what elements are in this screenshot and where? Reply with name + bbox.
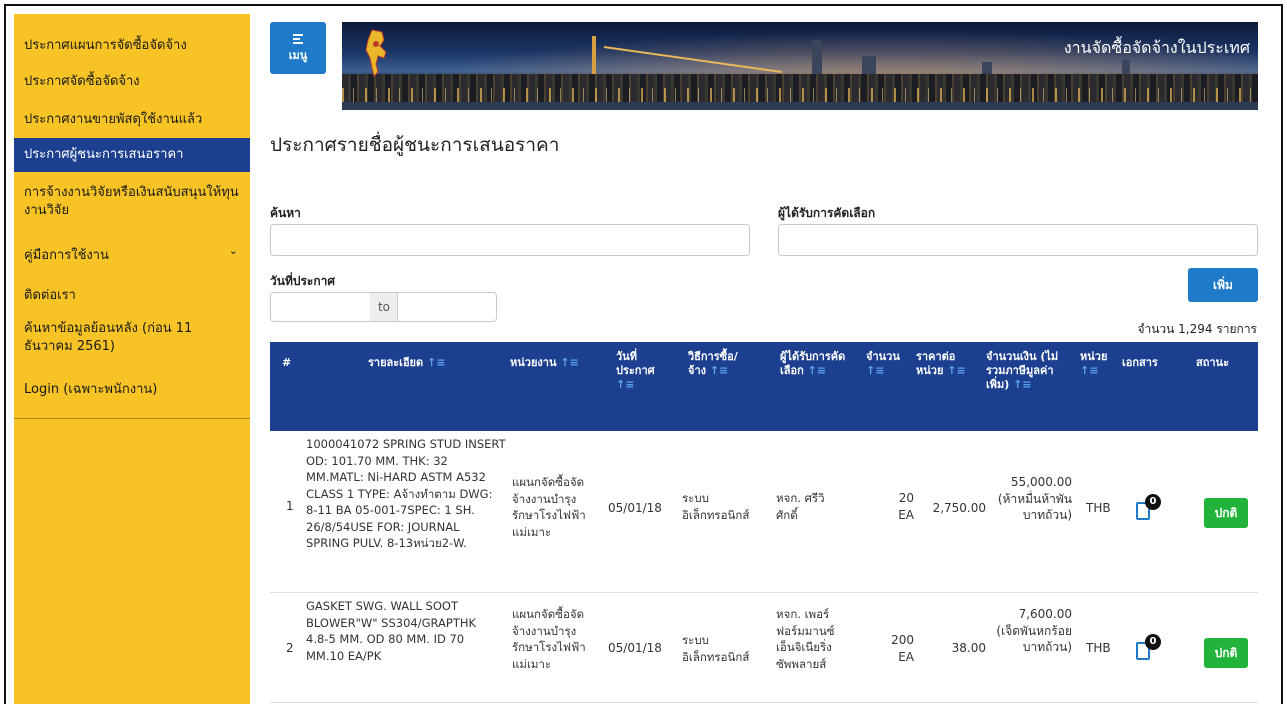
- sidebar-item-contact[interactable]: ติดต่อเรา: [14, 284, 250, 305]
- status-button[interactable]: ปกติ: [1204, 638, 1248, 668]
- row-method: ระบบอิเล็กทรอนิกส์: [682, 491, 750, 522]
- row-detail: 1000041072 SPRING STUD INSERT OD: 101.70…: [306, 437, 506, 550]
- col-header-date[interactable]: วันที่ประกาศ ↑≡: [616, 350, 660, 392]
- winner-label: ผู้ได้รับการคัดเลือก: [778, 206, 876, 220]
- row-divider: [270, 592, 1258, 593]
- row-currency: THB: [1086, 501, 1111, 515]
- search-label: ค้นหา: [270, 206, 301, 220]
- table-header: # รายละเอียด ↑≡ หน่วยงาน ↑≡ วันที่ประกาศ…: [270, 342, 1258, 431]
- header-banner: งานจัดซื้อจัดจ้างในประเทศ: [342, 22, 1258, 110]
- date-to-input[interactable]: [397, 292, 497, 322]
- sort-icon[interactable]: ↑≡: [947, 364, 965, 377]
- col-header-winner[interactable]: ผู้ได้รับการคัดเลือก ↑≡: [780, 350, 856, 378]
- menu-icon: [293, 34, 303, 46]
- row-date: 05/01/18: [608, 641, 662, 655]
- sort-icon[interactable]: ↑≡: [1013, 378, 1031, 391]
- date-label: วันที่ประกาศ: [270, 274, 335, 288]
- sort-icon[interactable]: ↑≡: [616, 378, 634, 391]
- row-dept: แผนกจัดซื้อจัดจ้างงานบำรุงรักษาโรงไฟฟ้าแ…: [512, 475, 586, 539]
- row-dept: แผนกจัดซื้อจัดจ้างงานบำรุงรักษาโรงไฟฟ้าแ…: [512, 607, 586, 671]
- document-count-badge: 0: [1145, 494, 1161, 510]
- sidebar-item-research-funding[interactable]: การจ้างงานวิจัยหรือเงินสนับสนุนให้ทุนงาน…: [14, 184, 250, 220]
- banner-title: งานจัดซื้อจัดจ้างในประเทศ: [1063, 38, 1250, 57]
- col-header-unit-price[interactable]: ราคาต่อหน่วย ↑≡: [916, 350, 966, 378]
- sort-icon[interactable]: ↑≡: [808, 364, 826, 377]
- date-from-input[interactable]: [270, 292, 372, 322]
- menu-button[interactable]: เมนู: [270, 22, 326, 74]
- col-header-qty[interactable]: จำนวน ↑≡: [866, 350, 904, 378]
- sidebar-item-login[interactable]: Login (เฉพาะพนักงาน): [14, 378, 250, 399]
- col-header-currency[interactable]: หน่วย ↑≡: [1080, 350, 1114, 378]
- col-header-amount[interactable]: จำนวนเงิน (ไม่รวมภาษีมูลค่าเพิ่ม) ↑≡: [986, 350, 1070, 392]
- row-date: 05/01/18: [608, 501, 662, 515]
- row-amount: 55,000.00 (ห้าหมื่นห้าพันบาทถ้วน): [997, 475, 1072, 522]
- menu-label: เมนู: [288, 49, 308, 62]
- sort-icon[interactable]: ↑≡: [427, 356, 445, 369]
- col-header-status: สถานะ: [1196, 356, 1229, 369]
- col-header-method[interactable]: วิธีการซื้อ/จ้าง ↑≡: [688, 350, 750, 378]
- sort-icon[interactable]: ↑≡: [1080, 364, 1098, 377]
- sidebar-item-winner-announcement[interactable]: ประกาศผู้ชนะการเสนอราคา: [14, 138, 250, 172]
- row-method: ระบบอิเล็กทรอนิกส์: [682, 633, 750, 664]
- sort-icon[interactable]: ↑≡: [866, 364, 884, 377]
- sidebar-item-historical-search[interactable]: ค้นหาข้อมูลย้อนหลัง (ก่อน 11 ธันวาคม 256…: [14, 320, 214, 356]
- sidebar-divider: [14, 418, 250, 419]
- chevron-down-icon: ⌄: [228, 244, 238, 257]
- sidebar-item-used-goods-sale[interactable]: ประกาศงานขายพัสดุใช้งานแล้ว: [14, 108, 250, 129]
- sidebar-item-procurement-announcement[interactable]: ประกาศจัดซื้อจัดจ้าง: [14, 70, 250, 91]
- row-number: 1: [286, 499, 294, 513]
- row-qty: 20 EA: [898, 491, 914, 522]
- row-unit-price: 38.00: [951, 641, 986, 655]
- row-currency: THB: [1086, 641, 1111, 655]
- row-amount: 7,600.00 (เจ็ดพันหกร้อยบาทถ้วน): [996, 607, 1072, 654]
- col-header-detail[interactable]: รายละเอียด ↑≡: [368, 356, 445, 370]
- date-to-label: to: [370, 292, 398, 322]
- col-header-dept[interactable]: หน่วยงาน ↑≡: [510, 356, 579, 370]
- document-count-badge: 0: [1145, 634, 1161, 650]
- sidebar: ประกาศแผนการจัดซื้อจัดจ้าง ประกาศจัดซื้อ…: [14, 14, 250, 704]
- row-winner: หจก. เพอร์ฟอร์มมานซ์ เอ็นจิเนียริ่ง ซัพพ…: [776, 607, 835, 671]
- sidebar-item-label: คู่มือการใช้งาน: [24, 248, 109, 263]
- page-title: ประกาศรายชื่อผู้ชนะการเสนอราคา: [270, 134, 560, 156]
- sort-icon[interactable]: ↑≡: [560, 356, 578, 369]
- row-unit-price: 2,750.00: [932, 501, 986, 515]
- record-count: จำนวน 1,294 รายการ: [1137, 322, 1257, 336]
- row-winner: หจก. ศรีวิศักดิ์: [776, 491, 825, 522]
- search-input[interactable]: [270, 224, 750, 256]
- thailand-map-icon: [365, 29, 387, 77]
- col-header-num: #: [282, 356, 292, 369]
- add-button[interactable]: เพิ่ม: [1188, 268, 1258, 302]
- row-qty: 200 EA: [891, 633, 914, 664]
- row-number: 2: [286, 641, 294, 655]
- status-button[interactable]: ปกติ: [1204, 498, 1248, 528]
- col-header-docs: เอกสาร: [1122, 356, 1158, 369]
- sidebar-item-user-manual[interactable]: คู่มือการใช้งาน ⌄: [14, 244, 250, 265]
- row-divider: [270, 702, 1258, 703]
- sidebar-item-procurement-plan[interactable]: ประกาศแผนการจัดซื้อจัดจ้าง: [14, 34, 250, 55]
- sort-icon[interactable]: ↑≡: [710, 364, 728, 377]
- row-detail: GASKET SWG. WALL SOOT BLOWER"W" SS304/GR…: [306, 599, 477, 663]
- winner-input[interactable]: [778, 224, 1258, 256]
